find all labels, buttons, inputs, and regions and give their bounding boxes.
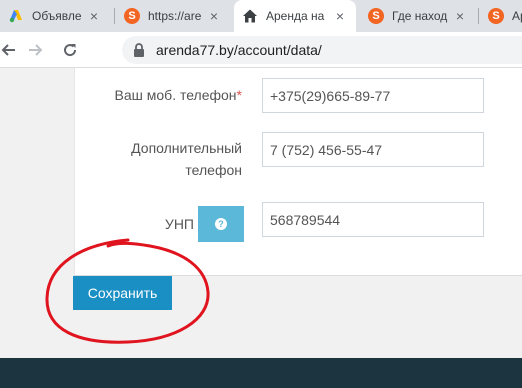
tab-title: Ар: [512, 9, 522, 23]
close-icon[interactable]: ×: [332, 8, 348, 24]
tab-ar[interactable]: S Ар: [480, 0, 522, 32]
tab-arenda-active[interactable]: Аренда на ×: [234, 0, 356, 32]
tab-title: Аренда на: [266, 9, 325, 23]
s-logo-icon: S: [488, 8, 504, 24]
page-content: Ваш моб. телефон* +375(29)665-89-77 Допо…: [0, 68, 522, 388]
tab-separator: [114, 8, 115, 24]
close-icon[interactable]: ×: [452, 8, 468, 24]
lock-icon[interactable]: [132, 43, 146, 57]
close-icon[interactable]: ×: [206, 8, 222, 24]
save-button[interactable]: Сохранить: [73, 276, 172, 310]
unp-label: УНП: [164, 216, 194, 232]
reload-icon[interactable]: [56, 36, 84, 64]
unp-field[interactable]: 568789544: [262, 202, 484, 237]
browser-toolbar: arenda77.by/account/data/: [0, 32, 522, 68]
close-icon[interactable]: ×: [86, 8, 102, 24]
home-icon: [242, 8, 258, 24]
tab-separator: [478, 8, 479, 24]
back-arrow-icon[interactable]: [0, 36, 22, 64]
question-icon: ?: [215, 218, 227, 230]
additional-phone-field[interactable]: 7 (752) 456-55-47: [262, 132, 484, 167]
mobile-phone-field[interactable]: +375(29)665-89-77: [262, 78, 484, 113]
url-text: arenda77.by/account/data/: [156, 42, 322, 58]
tab-gde-nahod[interactable]: S Где находи ×: [360, 0, 476, 32]
additional-phone-label: Дополнительный телефон: [131, 140, 242, 178]
google-ads-icon: [8, 8, 24, 24]
tab-ads[interactable]: Объявлени ×: [0, 0, 110, 32]
tab-title: Где находи: [392, 9, 448, 23]
required-mark: *: [236, 87, 242, 103]
tab-strip: Объявлени × S https://are × Аренда на × …: [0, 0, 522, 32]
tab-title: https://are: [148, 9, 202, 23]
address-bar[interactable]: arenda77.by/account/data/: [122, 36, 522, 64]
s-logo-icon: S: [368, 8, 384, 24]
forward-arrow-icon[interactable]: [22, 36, 50, 64]
site-footer: [0, 358, 522, 388]
mobile-phone-label: Ваш моб. телефон*: [114, 87, 242, 103]
s-logo-icon: S: [124, 8, 140, 24]
unp-help-button[interactable]: ?: [198, 206, 244, 242]
tab-title: Объявлени: [32, 9, 82, 23]
tab-https[interactable]: S https://are ×: [116, 0, 230, 32]
